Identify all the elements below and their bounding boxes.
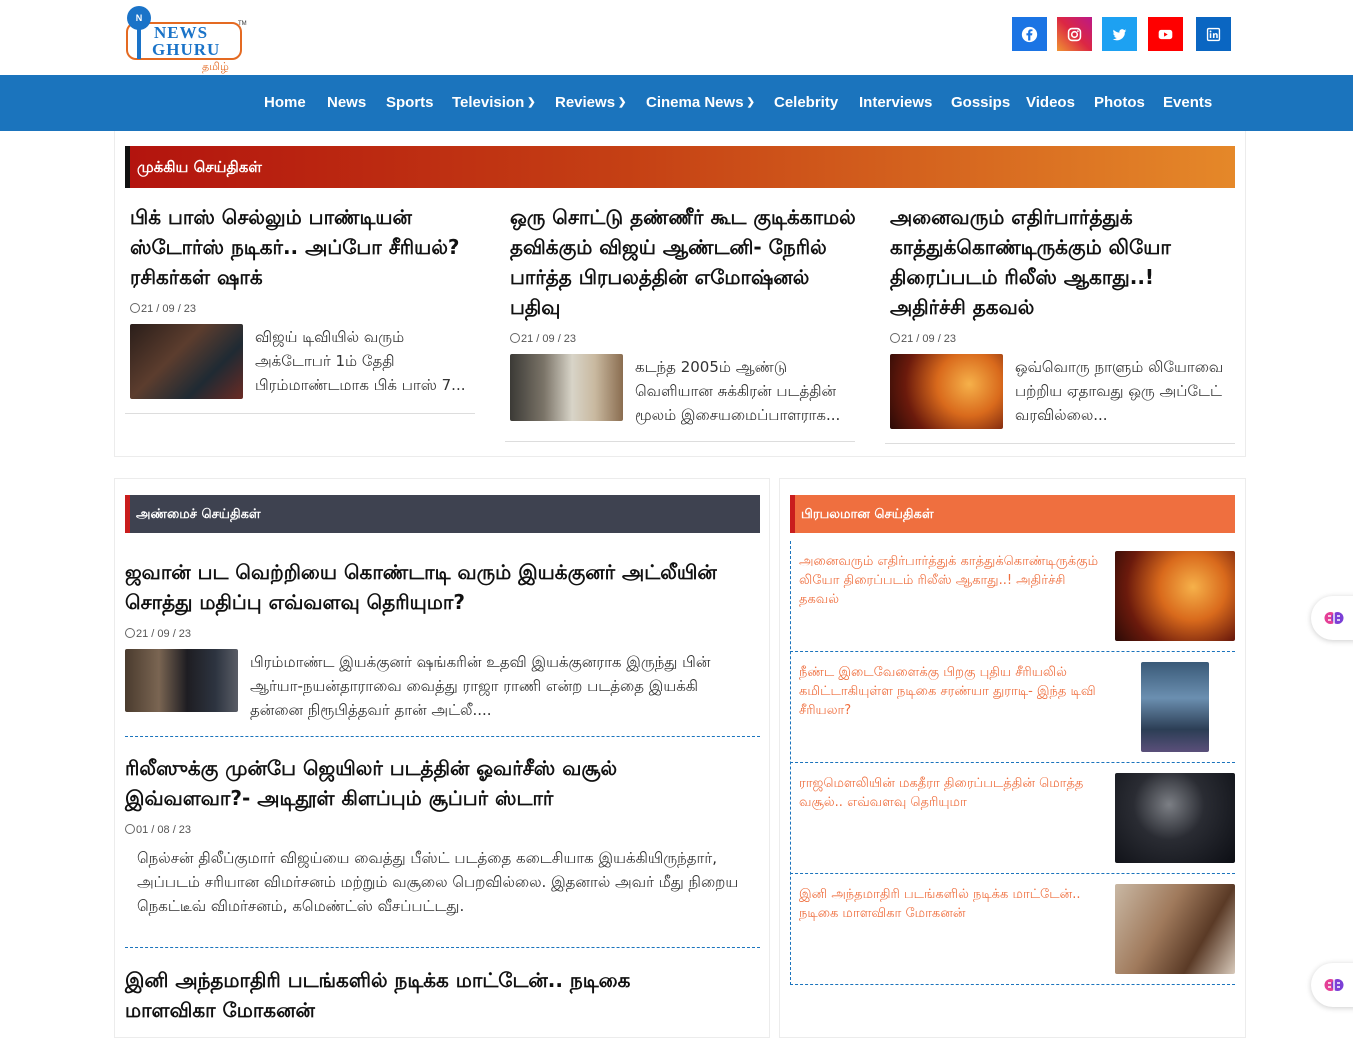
- article-excerpt: பிரம்மாண்ட இயக்குனர் ஷங்கரின் உதவி இயக்க…: [250, 653, 711, 719]
- youtube-icon: [1158, 29, 1173, 39]
- top-article-title[interactable]: பிக் பாஸ் செல்லும் பாண்டியன் ஸ்டோர்ஸ் நட…: [130, 202, 470, 292]
- nav-television-label: Television: [452, 94, 525, 111]
- brain-icon: [1324, 979, 1344, 991]
- recent-article-title[interactable]: ரிலீஸுக்கு முன்பே ஜெயிலர் படத்தின் ஓவர்ச…: [125, 753, 725, 813]
- popular-item-title[interactable]: ராஜமௌலியின் மகதீரா திரைப்படத்தின் மொத்த …: [799, 774, 1104, 812]
- nav-sports[interactable]: Sports: [386, 94, 434, 111]
- twitter-icon: [1112, 28, 1127, 40]
- article-excerpt: கடந்த 2005ம் ஆண்டு வெளியான சுக்கிரன் படத…: [635, 358, 841, 424]
- article-excerpt: நெல்சன் திலீப்குமார் விஜய்யை வைத்து பீஸ்…: [137, 849, 739, 915]
- popular-item-title[interactable]: அனைவரும் எதிர்பார்த்துக் காத்துக்கொண்டிர…: [799, 552, 1104, 609]
- top-news-heading: முக்கிய செய்திகள்: [137, 158, 262, 176]
- article-date: 21 / 09 / 23: [510, 333, 576, 345]
- article-thumbnail[interactable]: [125, 649, 238, 712]
- top-article-title[interactable]: ஒரு சொட்டு தண்ணீர் கூட குடிக்காமல் தவிக்…: [510, 202, 860, 322]
- divider: [790, 873, 1235, 874]
- recent-article-title[interactable]: இனி அந்தமாதிரி படங்களில் நடிக்க மாட்டேன்…: [125, 965, 725, 1025]
- chevron-down-icon: ❯: [618, 97, 627, 108]
- article-excerpt: ஒவ்வொரு நாளும் லியோவை பற்றிய ஏதாவது ஒரு …: [1015, 358, 1224, 424]
- recent-news-header: அண்மைச் செய்திகள்: [125, 495, 760, 533]
- divider: [125, 736, 760, 737]
- instagram-icon: [1067, 27, 1082, 41]
- article-date: 21 / 09 / 23: [125, 628, 191, 640]
- popular-item-thumbnail[interactable]: [1115, 884, 1235, 974]
- popular-item-title[interactable]: நீண்ட இடைவேளைக்கு பிறகு புதிய சீரியலில் …: [799, 663, 1114, 720]
- article-date: 21 / 09 / 23: [130, 303, 196, 315]
- popular-news-heading: பிரபலமான செய்திகள்: [801, 507, 934, 522]
- article-date-text: 21 / 09 / 23: [141, 303, 197, 315]
- article-date-text: 21 / 09 / 23: [521, 333, 577, 345]
- twitter-link[interactable]: [1102, 17, 1137, 51]
- brain-icon: [1324, 612, 1344, 624]
- divider: [125, 413, 475, 414]
- divider: [790, 762, 1235, 763]
- popular-item-thumbnail[interactable]: [1115, 551, 1235, 641]
- article-thumbnail[interactable]: [510, 354, 623, 421]
- clock-icon: [125, 824, 135, 834]
- nav-videos[interactable]: Videos: [1026, 94, 1075, 111]
- floating-assistant-button[interactable]: [1311, 963, 1353, 1007]
- divider: [885, 443, 1235, 444]
- nav-news[interactable]: News: [327, 94, 366, 111]
- logo-language: தமிழ்: [202, 61, 229, 73]
- logo-word-ghuru: GHURU: [152, 40, 221, 59]
- article-date-text: 21 / 09 / 23: [901, 333, 957, 345]
- divider: [125, 947, 760, 948]
- nav-interviews[interactable]: Interviews: [859, 94, 932, 111]
- clock-icon: [510, 333, 520, 343]
- clock-icon: [890, 333, 900, 343]
- article-excerpt: விஜய் டிவியில் வரும் அக்டோபர் 1ம் தேதி ப…: [255, 328, 466, 394]
- article-date: 21 / 09 / 23: [890, 333, 956, 345]
- article-thumbnail[interactable]: [130, 324, 243, 399]
- main-navigation: Home News Sports Television ❯ Reviews ❯ Ci…: [0, 75, 1353, 131]
- article-thumbnail[interactable]: [890, 354, 1003, 429]
- linkedin-icon: [1206, 27, 1221, 41]
- site-header: N NEWS GHURU TM தமிழ்: [0, 0, 1353, 75]
- nav-cinema-news-label: Cinema News: [646, 94, 744, 111]
- recent-article-title[interactable]: ஜவான் பட வெற்றியை கொண்டாடி வரும் இயக்குன…: [125, 557, 725, 617]
- article-date-text: 01 / 08 / 23: [136, 824, 192, 836]
- top-article-title[interactable]: அனைவரும் எதிர்பார்த்துக் காத்துக்கொண்டிர…: [890, 202, 1235, 322]
- logo-trademark: TM: [238, 21, 247, 27]
- nav-reviews[interactable]: Reviews ❯: [555, 94, 626, 111]
- top-news-header: முக்கிய செய்திகள்: [125, 146, 1235, 188]
- nav-television[interactable]: Television ❯: [452, 94, 536, 111]
- recent-news-heading: அண்மைச் செய்திகள்: [136, 507, 261, 522]
- chevron-down-icon: ❯: [746, 97, 755, 108]
- nav-cinema-news[interactable]: Cinema News ❯: [646, 94, 755, 111]
- nav-photos[interactable]: Photos: [1094, 94, 1145, 111]
- youtube-link[interactable]: [1148, 17, 1183, 51]
- facebook-icon: [1021, 26, 1038, 42]
- divider: [790, 984, 1235, 985]
- nav-home[interactable]: Home: [264, 94, 306, 111]
- facebook-link[interactable]: [1012, 17, 1047, 51]
- site-logo[interactable]: N NEWS GHURU TM தமிழ்: [124, 4, 248, 74]
- nav-celebrity[interactable]: Celebrity: [774, 94, 838, 111]
- logo-mic-stand: [137, 29, 141, 59]
- floating-assistant-button[interactable]: [1311, 596, 1353, 640]
- popular-item-thumbnail[interactable]: [1115, 773, 1235, 863]
- logo-mic-icon: N: [127, 6, 151, 30]
- nav-reviews-label: Reviews: [555, 94, 616, 111]
- popular-item-title[interactable]: இனி அந்தமாதிரி படங்களில் நடிக்க மாட்டேன்…: [799, 885, 1114, 923]
- popular-item-thumbnail[interactable]: [1141, 662, 1209, 752]
- article-date: 01 / 08 / 23: [125, 824, 191, 836]
- divider: [505, 441, 855, 442]
- chevron-down-icon: ❯: [527, 97, 536, 108]
- instagram-link[interactable]: [1057, 17, 1092, 51]
- divider: [790, 651, 1235, 652]
- popular-news-header: பிரபலமான செய்திகள்: [790, 495, 1235, 533]
- nav-gossips[interactable]: Gossips: [951, 94, 1010, 111]
- clock-icon: [125, 628, 135, 638]
- nav-events[interactable]: Events: [1163, 94, 1212, 111]
- linkedin-link[interactable]: [1196, 17, 1231, 51]
- article-date-text: 21 / 09 / 23: [136, 628, 192, 640]
- clock-icon: [130, 303, 140, 313]
